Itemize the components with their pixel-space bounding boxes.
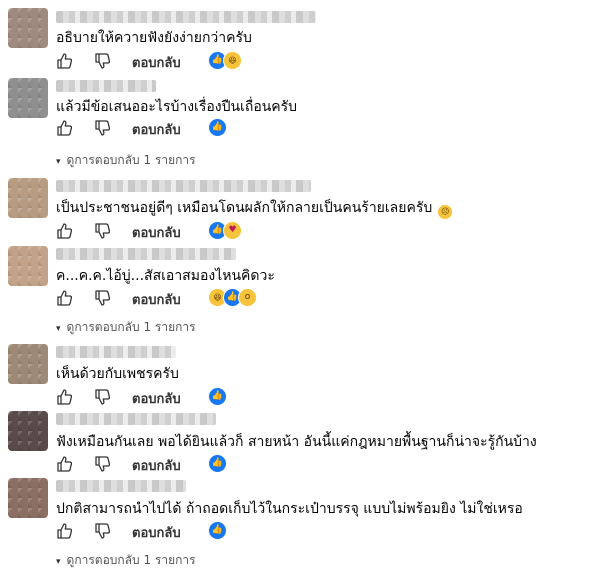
wow-reaction-icon: o [238, 288, 257, 307]
thumbs-up-icon[interactable] [56, 389, 72, 405]
reply-button[interactable]: ตอบกลับ [132, 522, 181, 543]
care-reaction-icon: ♥ [223, 221, 242, 240]
view-replies-label: ดูการตอบกลับ 1 รายการ [66, 153, 196, 167]
avatar[interactable] [8, 178, 48, 218]
like-reaction-icon: 👍 [208, 387, 227, 406]
avatar[interactable] [8, 411, 48, 451]
reply-button[interactable]: ตอบกลับ [132, 222, 181, 243]
view-replies-link[interactable]: ▾ ดูการตอบกลับ 1 รายการ [56, 151, 196, 169]
reply-button[interactable]: ตอบกลับ [132, 455, 181, 476]
thumbs-up-icon[interactable] [56, 223, 72, 239]
view-replies-link[interactable]: ▾ ดูการตอบกลับ 1 รายการ [56, 551, 196, 569]
reply-arrow-icon: ▾ [56, 324, 61, 334]
reactions-summary[interactable]: 👍 ♥ [208, 221, 242, 240]
commenter-name-blurred[interactable] [56, 480, 186, 492]
commenter-name-blurred[interactable] [56, 11, 316, 23]
thumbs-down-icon[interactable] [94, 53, 110, 69]
commenter-name-blurred[interactable] [56, 248, 236, 260]
reactions-summary[interactable]: 👍 [208, 118, 227, 137]
thumbs-up-icon[interactable] [56, 120, 72, 136]
comment-actions: ตอบกลับ 👍 [56, 387, 596, 407]
view-replies-link[interactable]: ▾ ดูการตอบกลับ 1 รายการ [56, 318, 196, 336]
reactions-summary[interactable]: 👍 [208, 454, 227, 473]
reply-button[interactable]: ตอบกลับ [132, 119, 181, 140]
comment-actions: ตอบกลับ 👍 [56, 521, 596, 541]
like-reaction-icon: 👍 [208, 521, 227, 540]
reply-arrow-icon: ▾ [56, 557, 61, 567]
comment-text: เป็นประชาชนอยู่ดีๆ เหมือนโดนผลักให้กลายเ… [56, 197, 453, 219]
comment-text-content: เป็นประชาชนอยู่ดีๆ เหมือนโดนผลักให้กลายเ… [56, 200, 433, 216]
comment-text: ปกติสามารถนำไปได้ ถ้าถอดเก็บไว้ในกระเป๋า… [56, 501, 523, 517]
comment-actions: ตอบกลับ 👍 [56, 118, 596, 138]
avatar[interactable] [8, 78, 48, 118]
comment-text: ค...ค.ค.ไอ้บู่...สัสเอาสมองไหนคิดวะ [56, 268, 275, 284]
reply-button[interactable]: ตอบกลับ [132, 52, 181, 73]
avatar[interactable] [8, 246, 48, 286]
thumbs-up-icon[interactable] [56, 523, 72, 539]
thumbs-down-icon[interactable] [94, 523, 110, 539]
thumbs-down-icon[interactable] [94, 290, 110, 306]
commenter-name-blurred[interactable] [56, 180, 311, 192]
reply-arrow-icon: ▾ [56, 157, 61, 167]
commenter-name-blurred[interactable] [56, 346, 176, 358]
comment-actions: ตอบกลับ 😆 👍 o [56, 288, 596, 308]
thumbs-down-icon[interactable] [94, 120, 110, 136]
thumbs-up-icon[interactable] [56, 456, 72, 472]
commenter-name-blurred[interactable] [56, 80, 156, 92]
like-reaction-icon: 👍 [208, 454, 227, 473]
like-reaction-icon: 👍 [208, 118, 227, 137]
reply-button[interactable]: ตอบกลับ [132, 289, 181, 310]
comment-actions: ตอบกลับ 👍 ♥ [56, 221, 596, 241]
comment-actions: ตอบกลับ 👍 [56, 454, 596, 474]
avatar[interactable] [8, 8, 48, 48]
thumbs-up-icon[interactable] [56, 290, 72, 306]
thumbs-down-icon[interactable] [94, 223, 110, 239]
comment-text: ฟังเหมือนกันเลย พอได้ยินแล้วก็ สายหน้า อ… [56, 434, 537, 450]
sad-face-icon: ☹ [438, 205, 453, 219]
avatar[interactable] [8, 344, 48, 384]
thumbs-up-icon[interactable] [56, 53, 72, 69]
reactions-summary[interactable]: 😆 👍 o [208, 288, 257, 307]
comment-text: อธิบายให้ควายฟังยังง่ายกว่าครับ [56, 30, 252, 46]
thumbs-down-icon[interactable] [94, 456, 110, 472]
view-replies-label: ดูการตอบกลับ 1 รายการ [66, 553, 196, 567]
comment-text: แล้วมีข้อเสนออะไรบ้างเรื่องปืนเถื่อนครับ [56, 99, 298, 115]
view-replies-label: ดูการตอบกลับ 1 รายการ [66, 320, 196, 334]
avatar[interactable] [8, 478, 48, 518]
reactions-summary[interactable]: 👍 [208, 387, 227, 406]
comment-text: เห็นด้วยกับเพชรครับ [56, 366, 179, 382]
reply-button[interactable]: ตอบกลับ [132, 388, 181, 409]
reactions-summary[interactable]: 👍 😆 [208, 51, 242, 70]
reactions-summary[interactable]: 👍 [208, 521, 227, 540]
haha-reaction-icon: 😆 [223, 51, 242, 70]
thumbs-down-icon[interactable] [94, 389, 110, 405]
commenter-name-blurred[interactable] [56, 413, 216, 425]
comment-actions: ตอบกลับ 👍 😆 [56, 51, 596, 71]
